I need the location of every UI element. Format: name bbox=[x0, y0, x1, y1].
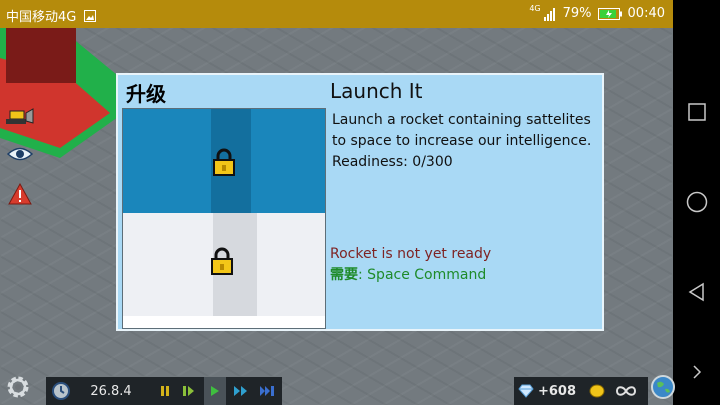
navigation-bar bbox=[673, 0, 720, 405]
pause-button[interactable] bbox=[154, 377, 176, 405]
battery-percent: 79% bbox=[562, 6, 592, 21]
signal-icon bbox=[543, 7, 555, 21]
chevron-right-icon bbox=[692, 365, 701, 379]
requires-label: 需要 bbox=[330, 267, 358, 283]
pause-icon bbox=[161, 386, 169, 396]
status-message: Rocket is not yet ready bbox=[330, 246, 492, 262]
carrier-label: 中国移动4G bbox=[6, 6, 96, 25]
network-type-label: 4G bbox=[529, 4, 541, 13]
readiness-text: Readiness: 0/300 bbox=[332, 154, 453, 170]
upgrade-dialog: 升级 Launch It Launch a rocket containing … bbox=[116, 73, 604, 331]
bulldozer-button[interactable] bbox=[6, 104, 34, 128]
triangle-back-icon bbox=[688, 282, 704, 302]
expand-button[interactable] bbox=[673, 352, 720, 392]
status-bar: 中国移动4G 4G 79% 00:40 bbox=[0, 0, 673, 28]
infinity-button[interactable] bbox=[612, 377, 640, 405]
bulldozer-icon bbox=[6, 108, 34, 124]
diamonds-button[interactable] bbox=[516, 377, 536, 405]
dialog-title: 升级 bbox=[126, 82, 166, 106]
requires-value: : Space Command bbox=[358, 267, 487, 283]
warning-icon bbox=[8, 183, 32, 205]
recent-apps-button[interactable] bbox=[673, 92, 720, 132]
image-notification-icon bbox=[83, 10, 96, 22]
warnings-button[interactable] bbox=[6, 182, 34, 206]
battery-icon bbox=[597, 7, 622, 20]
clock-button[interactable] bbox=[48, 377, 74, 405]
view-button[interactable] bbox=[6, 142, 34, 166]
slow-play-button[interactable] bbox=[178, 377, 200, 405]
settings-button[interactable] bbox=[4, 373, 32, 401]
circle-icon bbox=[686, 191, 707, 213]
infinity-icon bbox=[615, 386, 637, 396]
game-date: 26.8.4 bbox=[90, 383, 132, 399]
resource-toolbar: +608 bbox=[514, 377, 648, 405]
coin-icon bbox=[589, 384, 605, 398]
fast-forward-button[interactable] bbox=[230, 377, 252, 405]
preview-bottom-strip bbox=[123, 316, 325, 328]
upgrade-description: Launch a rocket containing sattelites to… bbox=[332, 110, 602, 173]
time-toolbar: 26.8.4 bbox=[46, 377, 282, 405]
building-sprite bbox=[6, 28, 76, 83]
fastest-forward-icon bbox=[260, 386, 274, 396]
world-button[interactable] bbox=[651, 374, 675, 402]
eye-icon bbox=[7, 147, 33, 161]
play-icon bbox=[211, 386, 219, 396]
fast-forward-icon bbox=[234, 386, 247, 396]
play-slow-icon bbox=[183, 386, 194, 396]
upgrade-name: Launch It bbox=[330, 79, 423, 103]
upgrade-preview bbox=[122, 108, 326, 329]
home-button[interactable] bbox=[673, 182, 720, 222]
lock-icon bbox=[211, 247, 233, 275]
square-icon bbox=[687, 103, 706, 121]
gear-icon bbox=[7, 376, 29, 398]
coins-button[interactable] bbox=[586, 377, 608, 405]
back-button[interactable] bbox=[673, 272, 720, 312]
play-button[interactable] bbox=[204, 377, 226, 405]
diamonds-count: +608 bbox=[537, 383, 577, 399]
requirement-line: 需要: Space Command bbox=[330, 264, 486, 284]
clock-time: 00:40 bbox=[627, 6, 665, 21]
clock-icon bbox=[52, 382, 70, 400]
fastest-button[interactable] bbox=[256, 377, 280, 405]
description-text: Launch a rocket containing sattelites to… bbox=[332, 112, 592, 149]
status-right: 4G 79% 00:40 bbox=[529, 4, 665, 21]
lock-icon bbox=[213, 148, 235, 176]
globe-icon bbox=[651, 375, 675, 399]
carrier-text: 中国移动4G bbox=[6, 10, 77, 25]
diamond-icon bbox=[518, 384, 534, 398]
